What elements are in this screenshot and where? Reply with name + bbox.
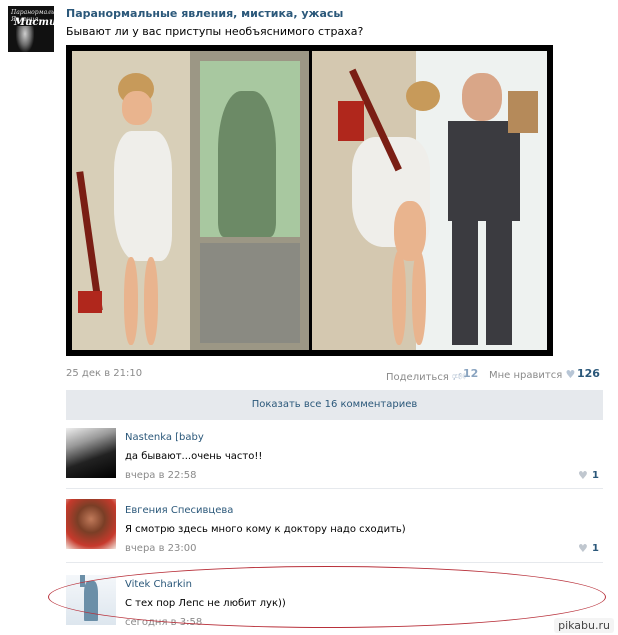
woman-leg bbox=[144, 257, 158, 345]
comment-author[interactable]: Евгения Спесивцева bbox=[125, 505, 233, 516]
comment-time[interactable]: вчера в 23:00 bbox=[125, 543, 197, 554]
door-lower-panel bbox=[200, 243, 300, 343]
highlight-oval bbox=[48, 566, 606, 628]
axe-handle bbox=[76, 171, 103, 311]
grocery-bag bbox=[508, 91, 538, 133]
comment-divider bbox=[66, 488, 603, 489]
share-label: Поделиться bbox=[386, 372, 449, 383]
axe-head bbox=[338, 101, 364, 141]
woman-hair bbox=[406, 81, 440, 111]
post-image[interactable] bbox=[66, 45, 553, 356]
towel bbox=[114, 131, 172, 261]
comment-author[interactable]: Nastenka [baby bbox=[125, 432, 204, 443]
avatar-figure bbox=[16, 26, 34, 52]
comment-text: Я смотрю здесь много кому к доктору надо… bbox=[125, 524, 406, 535]
heart-icon[interactable]: ♥ bbox=[578, 469, 588, 482]
comment-time[interactable]: вчера в 22:58 bbox=[125, 470, 197, 481]
shadow-figure bbox=[218, 91, 276, 237]
share-count: 12 bbox=[463, 367, 479, 380]
man-torso bbox=[448, 121, 520, 221]
woman-leg bbox=[412, 251, 426, 345]
comment-like-count: 1 bbox=[592, 543, 599, 554]
comment-divider bbox=[66, 562, 603, 563]
group-name-link[interactable]: Паранормальные явления, мистика, ужасы bbox=[66, 7, 343, 20]
watermark: pikabu.ru bbox=[554, 618, 614, 633]
comic-panel-right bbox=[312, 51, 547, 350]
comic-panel-left bbox=[72, 51, 309, 350]
share-button[interactable]: Поделиться 🕬 bbox=[386, 368, 466, 387]
man-leg bbox=[486, 219, 512, 345]
post-date[interactable]: 25 дек в 21:10 bbox=[66, 368, 142, 379]
man-head bbox=[462, 73, 502, 121]
woman-leg bbox=[124, 257, 138, 345]
woman-leg bbox=[392, 251, 406, 345]
heart-icon: ♥ bbox=[565, 368, 576, 381]
man-leg bbox=[452, 219, 478, 345]
comment-avatar[interactable] bbox=[66, 499, 116, 549]
axe-head bbox=[78, 291, 102, 313]
like-label: Мне нравится bbox=[489, 370, 563, 381]
show-all-comments-button[interactable]: Показать все 16 комментариев bbox=[66, 390, 603, 420]
comment-avatar[interactable] bbox=[66, 428, 116, 478]
comment-like-count: 1 bbox=[592, 470, 599, 481]
like-button[interactable]: Мне нравится ♥ bbox=[489, 368, 575, 381]
comment-text: да бывают...очень часто!! bbox=[125, 451, 263, 462]
woman-face bbox=[122, 91, 152, 125]
like-count: 126 bbox=[577, 367, 600, 380]
post-text: Бывают ли у вас приступы необъяснимого с… bbox=[66, 25, 364, 38]
group-avatar[interactable]: Паранормальные Явления Мистика bbox=[8, 6, 54, 52]
heart-icon[interactable]: ♥ bbox=[578, 542, 588, 555]
